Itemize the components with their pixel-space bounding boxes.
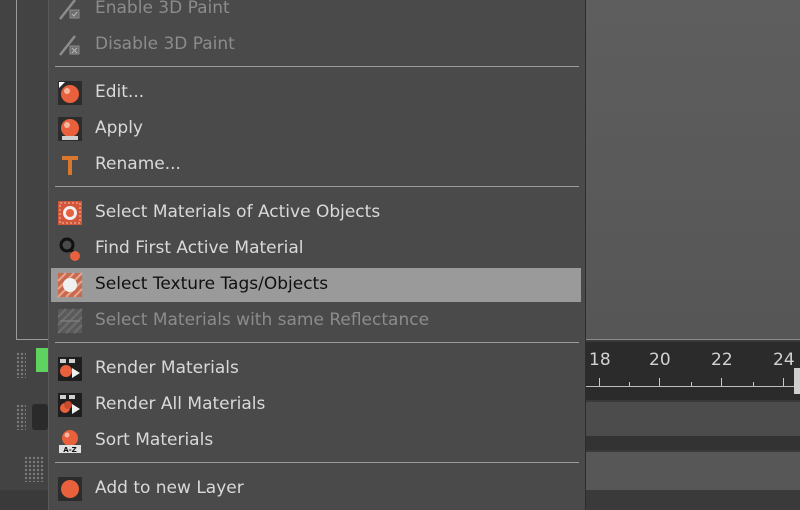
menu-separator — [55, 66, 579, 67]
menu-item-label: Render Materials — [95, 358, 239, 378]
menu-item-render-materials[interactable]: Render Materials — [51, 352, 581, 386]
menu-item-label: Select Materials of Active Objects — [95, 202, 381, 222]
ruler-baseline — [585, 386, 800, 387]
svg-text:A-Z: A-Z — [63, 446, 76, 454]
timeline-divider — [585, 436, 800, 450]
menu-item-edit[interactable]: Edit... — [51, 76, 581, 110]
timeline-ruler[interactable]: 18 20 22 24 — [585, 342, 800, 400]
playhead-marker[interactable] — [794, 368, 800, 394]
menu-item-label: Rename... — [95, 154, 181, 174]
material-apply-icon — [58, 117, 82, 141]
menu-item-select-texture-tags[interactable]: Select Texture Tags/Objects — [51, 268, 581, 302]
material-context-menu: Enable 3D Paint Disable 3D Paint Edit...… — [48, 0, 586, 510]
menu-item-disable-3d-paint[interactable]: Disable 3D Paint — [51, 28, 581, 62]
menu-item-label: Enable 3D Paint — [95, 0, 230, 18]
frame-label: 20 — [649, 350, 671, 370]
menu-item-label: Disable 3D Paint — [95, 34, 235, 54]
menu-item-label: Render All Materials — [95, 394, 266, 414]
menu-item-label: Apply — [95, 118, 143, 138]
frame-label: 18 — [589, 350, 611, 370]
menu-item-select-same-reflectance[interactable]: Select Materials with same Reflectance — [51, 304, 581, 338]
add-layer-icon — [58, 477, 82, 501]
menu-separator — [55, 186, 579, 187]
frame-label: 24 — [773, 350, 795, 370]
menu-item-sort-materials[interactable]: A-Z Sort Materials — [51, 424, 581, 458]
render-material-icon — [58, 357, 82, 381]
menu-item-rename[interactable]: Rename... — [51, 148, 581, 182]
grip-handle[interactable] — [16, 404, 26, 430]
menu-item-find-first-active[interactable]: Find First Active Material — [51, 232, 581, 266]
grip-handle[interactable] — [16, 352, 26, 378]
viewport-area — [585, 0, 800, 340]
viewport-border — [585, 339, 800, 340]
menu-item-label: Select Texture Tags/Objects — [95, 274, 329, 294]
menu-item-label: Sort Materials — [95, 430, 214, 450]
menu-item-label: Add to new Layer — [95, 478, 244, 498]
menu-separator — [55, 342, 579, 343]
menu-item-label: Select Materials with same Reflectance — [95, 310, 430, 330]
render-all-materials-icon — [58, 393, 82, 417]
menu-item-add-to-new-layer[interactable]: Add to new Layer — [51, 472, 581, 506]
menu-separator — [55, 462, 579, 463]
timeline-button[interactable] — [32, 404, 48, 430]
menu-item-apply[interactable]: Apply — [51, 112, 581, 146]
menu-item-enable-3d-paint[interactable]: Enable 3D Paint — [51, 0, 581, 26]
material-edit-icon — [58, 81, 82, 105]
paint-3d-enable-icon — [59, 0, 80, 20]
panel-border-bottom — [16, 339, 50, 340]
grip-handle[interactable] — [24, 456, 44, 482]
menu-item-render-all-materials[interactable]: Render All Materials — [51, 388, 581, 422]
select-material-icon — [58, 201, 82, 225]
select-texture-tag-icon — [57, 272, 83, 298]
frame-label: 22 — [711, 350, 733, 370]
find-material-icon — [59, 237, 81, 261]
menu-item-select-materials-active[interactable]: Select Materials of Active Objects — [51, 196, 581, 230]
menu-item-label: Find First Active Material — [95, 238, 304, 258]
sort-materials-icon: A-Z — [59, 430, 81, 454]
paint-3d-disable-icon — [59, 35, 80, 56]
timeline-track[interactable] — [585, 402, 800, 436]
reflectance-icon — [57, 308, 83, 334]
timeline-track[interactable] — [585, 452, 800, 490]
panel-border — [16, 0, 17, 340]
menu-item-label: Edit... — [95, 82, 145, 102]
rename-text-icon — [62, 156, 78, 175]
keyframe-indicator — [36, 348, 48, 372]
